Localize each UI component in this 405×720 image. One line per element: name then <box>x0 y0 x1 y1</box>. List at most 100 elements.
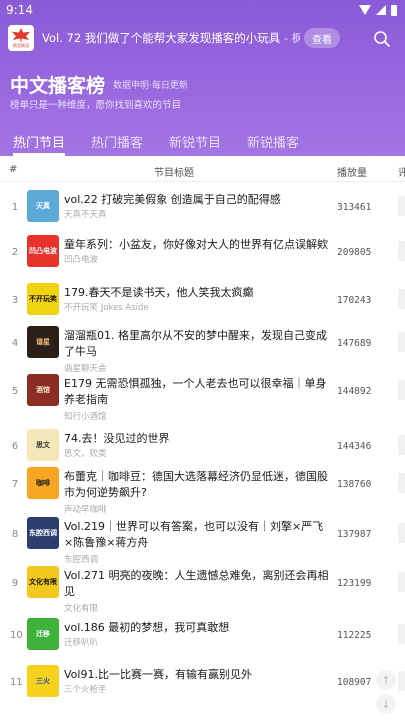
banner-logo-text: 枫言枫语 <box>13 43 29 48</box>
play-count: 209805 <box>337 247 372 258</box>
play-count: 123199 <box>337 578 372 589</box>
episode-cover[interactable]: 酒馆 <box>27 374 59 406</box>
table-row[interactable]: 3 不开玩笑 179.春天不是读书天，他人笑我太疯癫 不开玩笑 Jokes Aside… <box>0 279 405 328</box>
play-count: 170243 <box>337 295 372 306</box>
tab-new-podcasts[interactable]: 新锐播客 <box>247 128 299 156</box>
banner-logo: 枫言枫语 <box>8 25 34 51</box>
row-rank: 11 <box>10 677 23 688</box>
header-num: # <box>9 164 18 175</box>
row-rank: 8 <box>11 529 19 540</box>
search-icon[interactable] <box>373 30 391 48</box>
episode-title[interactable]: 童年系列：小盆友，你好像对大人的世界有亿点误解欸 <box>64 237 332 253</box>
row-rank: 9 <box>11 578 19 589</box>
comment-cell <box>398 241 405 261</box>
episode-title[interactable]: E179 无需恐惧孤独，一个人老去也可以很幸福｜单身养老指南 <box>64 376 332 408</box>
comment-cell <box>398 473 405 493</box>
episode-cover[interactable]: 咖啡 <box>27 467 59 499</box>
table-row[interactable]: 11 三火 Vol91.比一比赛一赛，有输有赢别见外 三个火枪手 108907 <box>0 661 405 709</box>
header-title: 节目标题 <box>154 168 194 179</box>
cover-text: 不开玩笑 <box>29 294 57 303</box>
play-count: 144346 <box>337 441 372 452</box>
podcast-name[interactable]: 天真不天真 <box>64 208 107 220</box>
maple-leaf-icon <box>12 28 30 43</box>
episode-cover[interactable]: 三火 <box>27 665 59 697</box>
featured-banner[interactable]: 枫言枫语 Vol. 72 我们做了个能帮大家发现播客的小玩具 - 枫言枫语 查看 <box>8 25 398 51</box>
row-rank: 2 <box>11 247 19 258</box>
tab-new-episodes[interactable]: 新锐节目 <box>169 128 221 156</box>
comment-cell <box>398 671 405 691</box>
play-count: 138760 <box>337 479 372 490</box>
podcast-name[interactable]: 思文，败类 <box>64 447 107 459</box>
episode-title[interactable]: 溜溜瓶01. 格里高尔从不安的梦中醒来，发现自己变成了牛马 <box>64 328 332 360</box>
cover-text: 文化有限 <box>29 577 57 586</box>
comment-cell <box>398 523 405 543</box>
podcast-name[interactable]: 三个火枪手 <box>64 683 107 695</box>
wifi-icon <box>359 5 371 15</box>
header-plays[interactable]: 播放量 <box>337 164 367 179</box>
row-rank: 6 <box>11 441 19 452</box>
podcast-name[interactable]: 文化有限 <box>64 602 98 614</box>
episode-cover[interactable]: 天真 <box>27 190 59 222</box>
page-title: 中文播客榜 <box>10 75 106 97</box>
play-count: 313461 <box>337 202 372 213</box>
episode-cover[interactable]: 凹凸电波 <box>27 235 59 267</box>
page-subtitle[interactable]: 数据申明·每日更新 <box>113 78 188 91</box>
table-row[interactable]: 2 凹凸电波 童年系列：小盆友，你好像对大人的世界有亿点误解欸 凹凸电波 209805 <box>0 231 405 279</box>
header-extra: 评 <box>398 168 405 179</box>
comment-cell <box>398 289 405 309</box>
table-header: # 节目标题 播放量 评 <box>0 156 405 182</box>
table-row[interactable]: 9 文化有限 Vol.271 明亮的夜晚：人生遗憾总难免，离别还会再相见 文化有限 12… <box>0 562 405 618</box>
episode-cover[interactable]: 思文 <box>27 429 59 461</box>
episode-title[interactable]: Vol91.比一比赛一赛，有输有赢别见外 <box>64 667 332 683</box>
row-rank: 5 <box>11 386 19 397</box>
row-rank: 3 <box>11 295 19 306</box>
episode-cover[interactable]: 迁移 <box>27 618 59 650</box>
cover-text: 东腔西调 <box>29 528 57 537</box>
episode-cover[interactable]: 文化有限 <box>27 566 59 598</box>
podcast-name[interactable]: 知行小酒馆 <box>64 410 107 422</box>
episode-cover[interactable]: 东腔西调 <box>27 517 59 549</box>
signal-icon <box>376 5 386 15</box>
status-bar: 9:14 <box>0 0 405 20</box>
episode-title[interactable]: 布蕾克｜咖啡豆：德国大选落幕经济仍显低迷，德国股市为何逆势飙升? <box>64 469 332 501</box>
table-row[interactable]: 5 酒馆 E179 无需恐惧孤独，一个人老去也可以很幸福｜单身养老指南知行小酒馆 14… <box>0 370 405 426</box>
row-rank: 4 <box>11 338 19 349</box>
table-row[interactable]: 1 天真 vol.22 打破完美假象 创造属于自己的配得感 天真不天真 313461 <box>0 186 405 234</box>
episode-title[interactable]: vol.186 最初的梦想，我可真敢想 <box>64 620 332 636</box>
episode-title[interactable]: Vol.271 明亮的夜晚：人生遗憾总难免，离别还会再相见 <box>64 568 332 600</box>
cover-text: 迁移 <box>36 629 50 638</box>
comment-cell <box>398 380 405 400</box>
podcast-name[interactable]: 不开玩笑 Jokes Aside <box>64 301 149 313</box>
status-time: 9:14 <box>6 3 33 17</box>
play-count: 144892 <box>337 386 372 397</box>
episode-title[interactable]: vol.22 打破完美假象 创造属于自己的配得感 <box>64 192 332 208</box>
status-icons <box>359 4 397 16</box>
episode-title[interactable]: 74.去！没见过的世界 <box>64 431 332 447</box>
episode-cover[interactable]: 不开玩笑 <box>27 283 59 315</box>
episode-title[interactable]: Vol.219｜世界可以有答案，也可以没有｜刘擎×严飞×陈鲁豫×蒋方舟 <box>64 519 332 551</box>
podcast-name[interactable]: 凹凸电波 <box>64 253 98 265</box>
cover-text: 凹凸电波 <box>29 246 57 255</box>
cover-text: 咖啡 <box>36 478 50 487</box>
scroll-up-button[interactable]: ↑ <box>376 670 396 690</box>
tab-bar: 热门节目 热门播客 新锐节目 新锐播客 <box>0 128 405 156</box>
tab-hot-episodes[interactable]: 热门节目 <box>13 128 66 156</box>
banner-text: Vol. 72 我们做了个能帮大家发现播客的小玩具 - 枫言枫语 <box>42 30 300 46</box>
comment-cell <box>398 624 405 644</box>
table-row[interactable]: 8 东腔西调 Vol.219｜世界可以有答案，也可以没有｜刘擎×严飞×陈鲁豫×蒋方舟… <box>0 513 405 569</box>
row-rank: 7 <box>11 479 19 490</box>
cover-text: 酒馆 <box>36 385 50 394</box>
episode-title[interactable]: 179.春天不是读书天，他人笑我太疯癫 <box>64 285 332 301</box>
episode-cover[interactable]: 谐星 <box>27 326 59 358</box>
play-count: 112225 <box>337 630 372 641</box>
banner-episode: Vol. 72 我们做了个能帮大家发现播客的小玩具 <box>42 31 281 45</box>
cover-text: 三火 <box>36 676 50 685</box>
scroll-down-button[interactable]: ↓ <box>376 694 396 714</box>
play-count: 147689 <box>337 338 372 349</box>
view-button[interactable]: 查看 <box>304 28 340 48</box>
table-row[interactable]: 10 迁移 vol.186 最初的梦想，我可真敢想 迁移叭叭 112225 <box>0 614 405 662</box>
podcast-name[interactable]: 迁移叭叭 <box>64 636 98 648</box>
cover-text: 思文 <box>36 440 50 449</box>
table-row[interactable]: 7 咖啡 布蕾克｜咖啡豆：德国大选落幕经济仍显低迷，德国股市为何逆势飙升? 声动早咖啡… <box>0 463 405 519</box>
tab-hot-podcasts[interactable]: 热门播客 <box>91 128 143 156</box>
